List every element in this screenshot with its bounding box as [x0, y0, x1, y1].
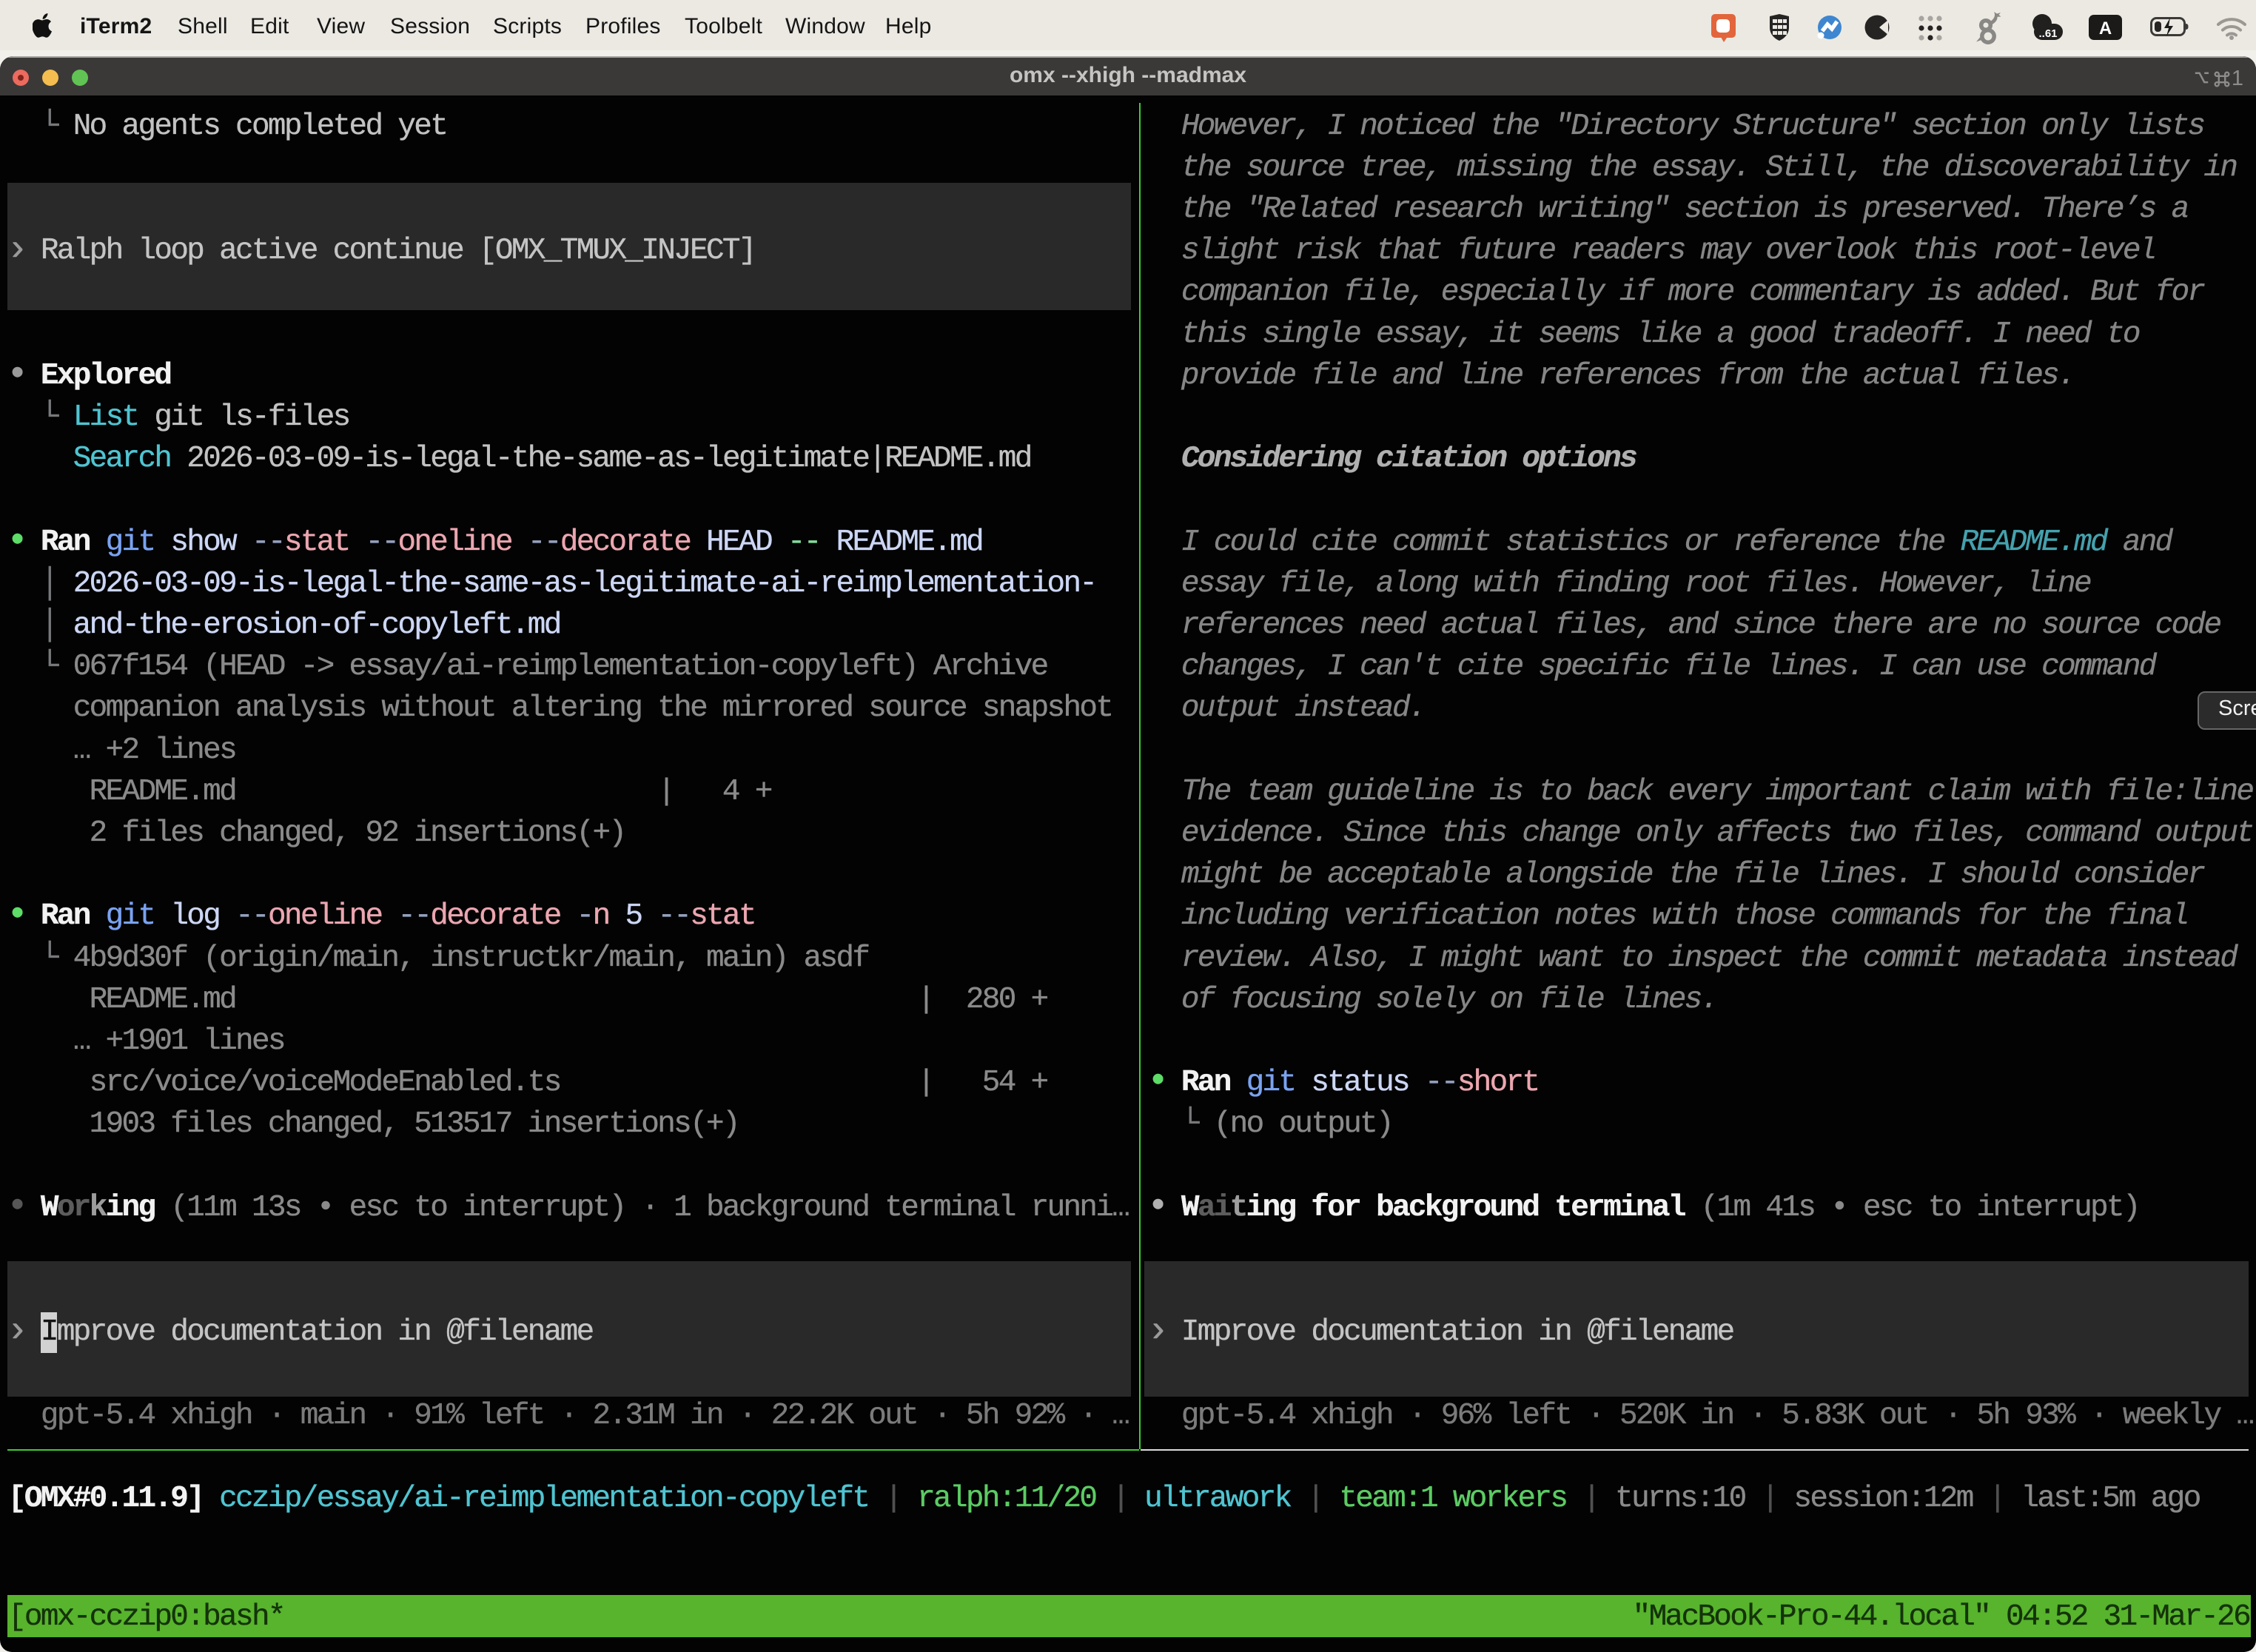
svg-text:..61: ..61 [2038, 27, 2057, 40]
svg-text:A: A [2099, 19, 2112, 38]
